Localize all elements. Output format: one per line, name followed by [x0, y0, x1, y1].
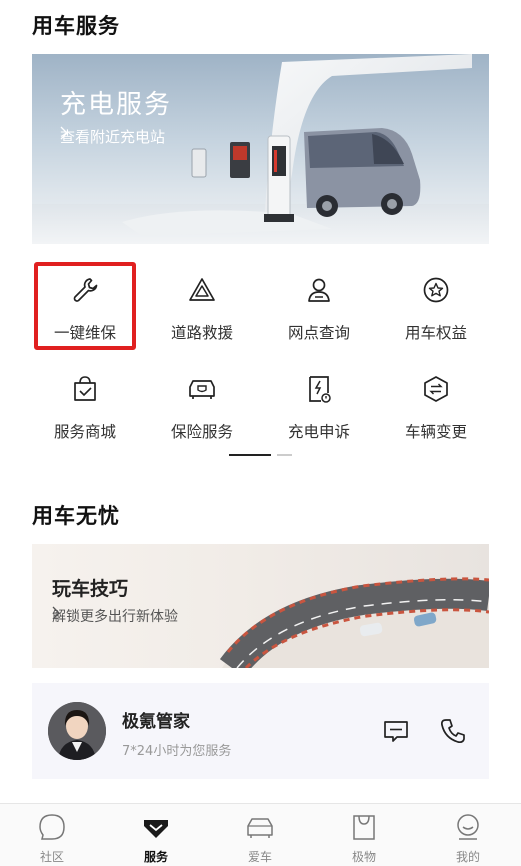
service-vehicle-change[interactable]: 车辆变更 [381, 374, 491, 454]
service-label: 服务商城 [53, 423, 116, 441]
pager-active-indicator [229, 454, 271, 456]
section-title-vehicle-services: 用车服务 [32, 14, 120, 38]
charging-banner-title: 充电服务 [60, 90, 173, 120]
charging-service-banner[interactable]: 充电服务 查看附近充电站 [32, 54, 489, 244]
highlight-frame [34, 262, 136, 350]
chevron-right-icon [52, 606, 60, 620]
service-label: 道路救援 [170, 324, 233, 342]
phone-icon[interactable] [438, 716, 468, 746]
shop-bag-icon [353, 815, 375, 840]
tab-label: 社区 [39, 850, 64, 864]
section-title-worry-free: 用车无忧 [32, 504, 120, 528]
service-charging-complaint[interactable]: 充电申诉 [264, 374, 374, 454]
tab-community[interactable]: 社区 [22, 812, 82, 866]
service-outlet-query[interactable]: 网点查询 [264, 275, 374, 355]
butler-card[interactable]: 极氪管家 7*24小时为您服务 [32, 683, 489, 779]
charging-banner-link[interactable]: 查看附近充电站 [60, 126, 165, 147]
service-label: 车辆变更 [404, 423, 467, 441]
service-icon [144, 820, 168, 838]
tab-profile[interactable]: 我的 [438, 812, 498, 866]
tab-label: 极物 [351, 850, 376, 864]
service-insurance[interactable]: 保险服务 [147, 374, 257, 454]
tab-label: 服务 [143, 850, 168, 864]
butler-subtitle: 7*24小时为您服务 [122, 744, 232, 759]
butler-avatar [48, 702, 106, 760]
charging-complaint-icon [309, 376, 331, 403]
bottom-tab-bar: 社区 服务 爱车 极物 我的 [0, 803, 521, 866]
service-road-rescue[interactable]: 道路救援 [147, 275, 257, 355]
location-person-icon [308, 278, 330, 302]
warning-triangle-icon [189, 278, 215, 301]
tab-car[interactable]: 爱车 [230, 812, 290, 866]
car-icon [247, 818, 273, 838]
car-insurance-icon [189, 380, 215, 399]
message-icon[interactable] [381, 716, 411, 746]
tab-label: 爱车 [247, 850, 272, 864]
tab-service[interactable]: 服务 [126, 812, 186, 866]
transfer-icon [424, 376, 448, 402]
star-badge-icon [423, 277, 449, 303]
service-label: 充电申诉 [287, 423, 350, 441]
charging-station-illustration [32, 54, 489, 244]
service-label: 保险服务 [170, 423, 233, 441]
tips-banner[interactable]: 玩车技巧 解锁更多出行新体验 [32, 544, 489, 668]
chevron-right-icon [60, 126, 68, 140]
tab-label: 我的 [455, 850, 480, 864]
charging-banner-subtitle: 查看附近充电站 [60, 128, 166, 146]
tips-banner-subtitle: 解锁更多出行新体验 [52, 609, 178, 625]
community-icon [39, 814, 65, 840]
tab-shop[interactable]: 极物 [334, 812, 394, 866]
pager-inactive-indicator[interactable] [277, 454, 292, 456]
tips-banner-link[interactable]: 解锁更多出行新体验 [52, 606, 178, 626]
service-label: 网点查询 [287, 324, 350, 342]
service-label: 用车权益 [404, 324, 467, 342]
shopping-bag-icon [74, 376, 96, 401]
butler-name: 极氪管家 [122, 712, 190, 732]
service-vehicle-rights[interactable]: 用车权益 [381, 275, 491, 355]
tips-banner-title: 玩车技巧 [52, 578, 129, 600]
service-mall[interactable]: 服务商城 [30, 374, 140, 454]
profile-icon [457, 814, 479, 840]
